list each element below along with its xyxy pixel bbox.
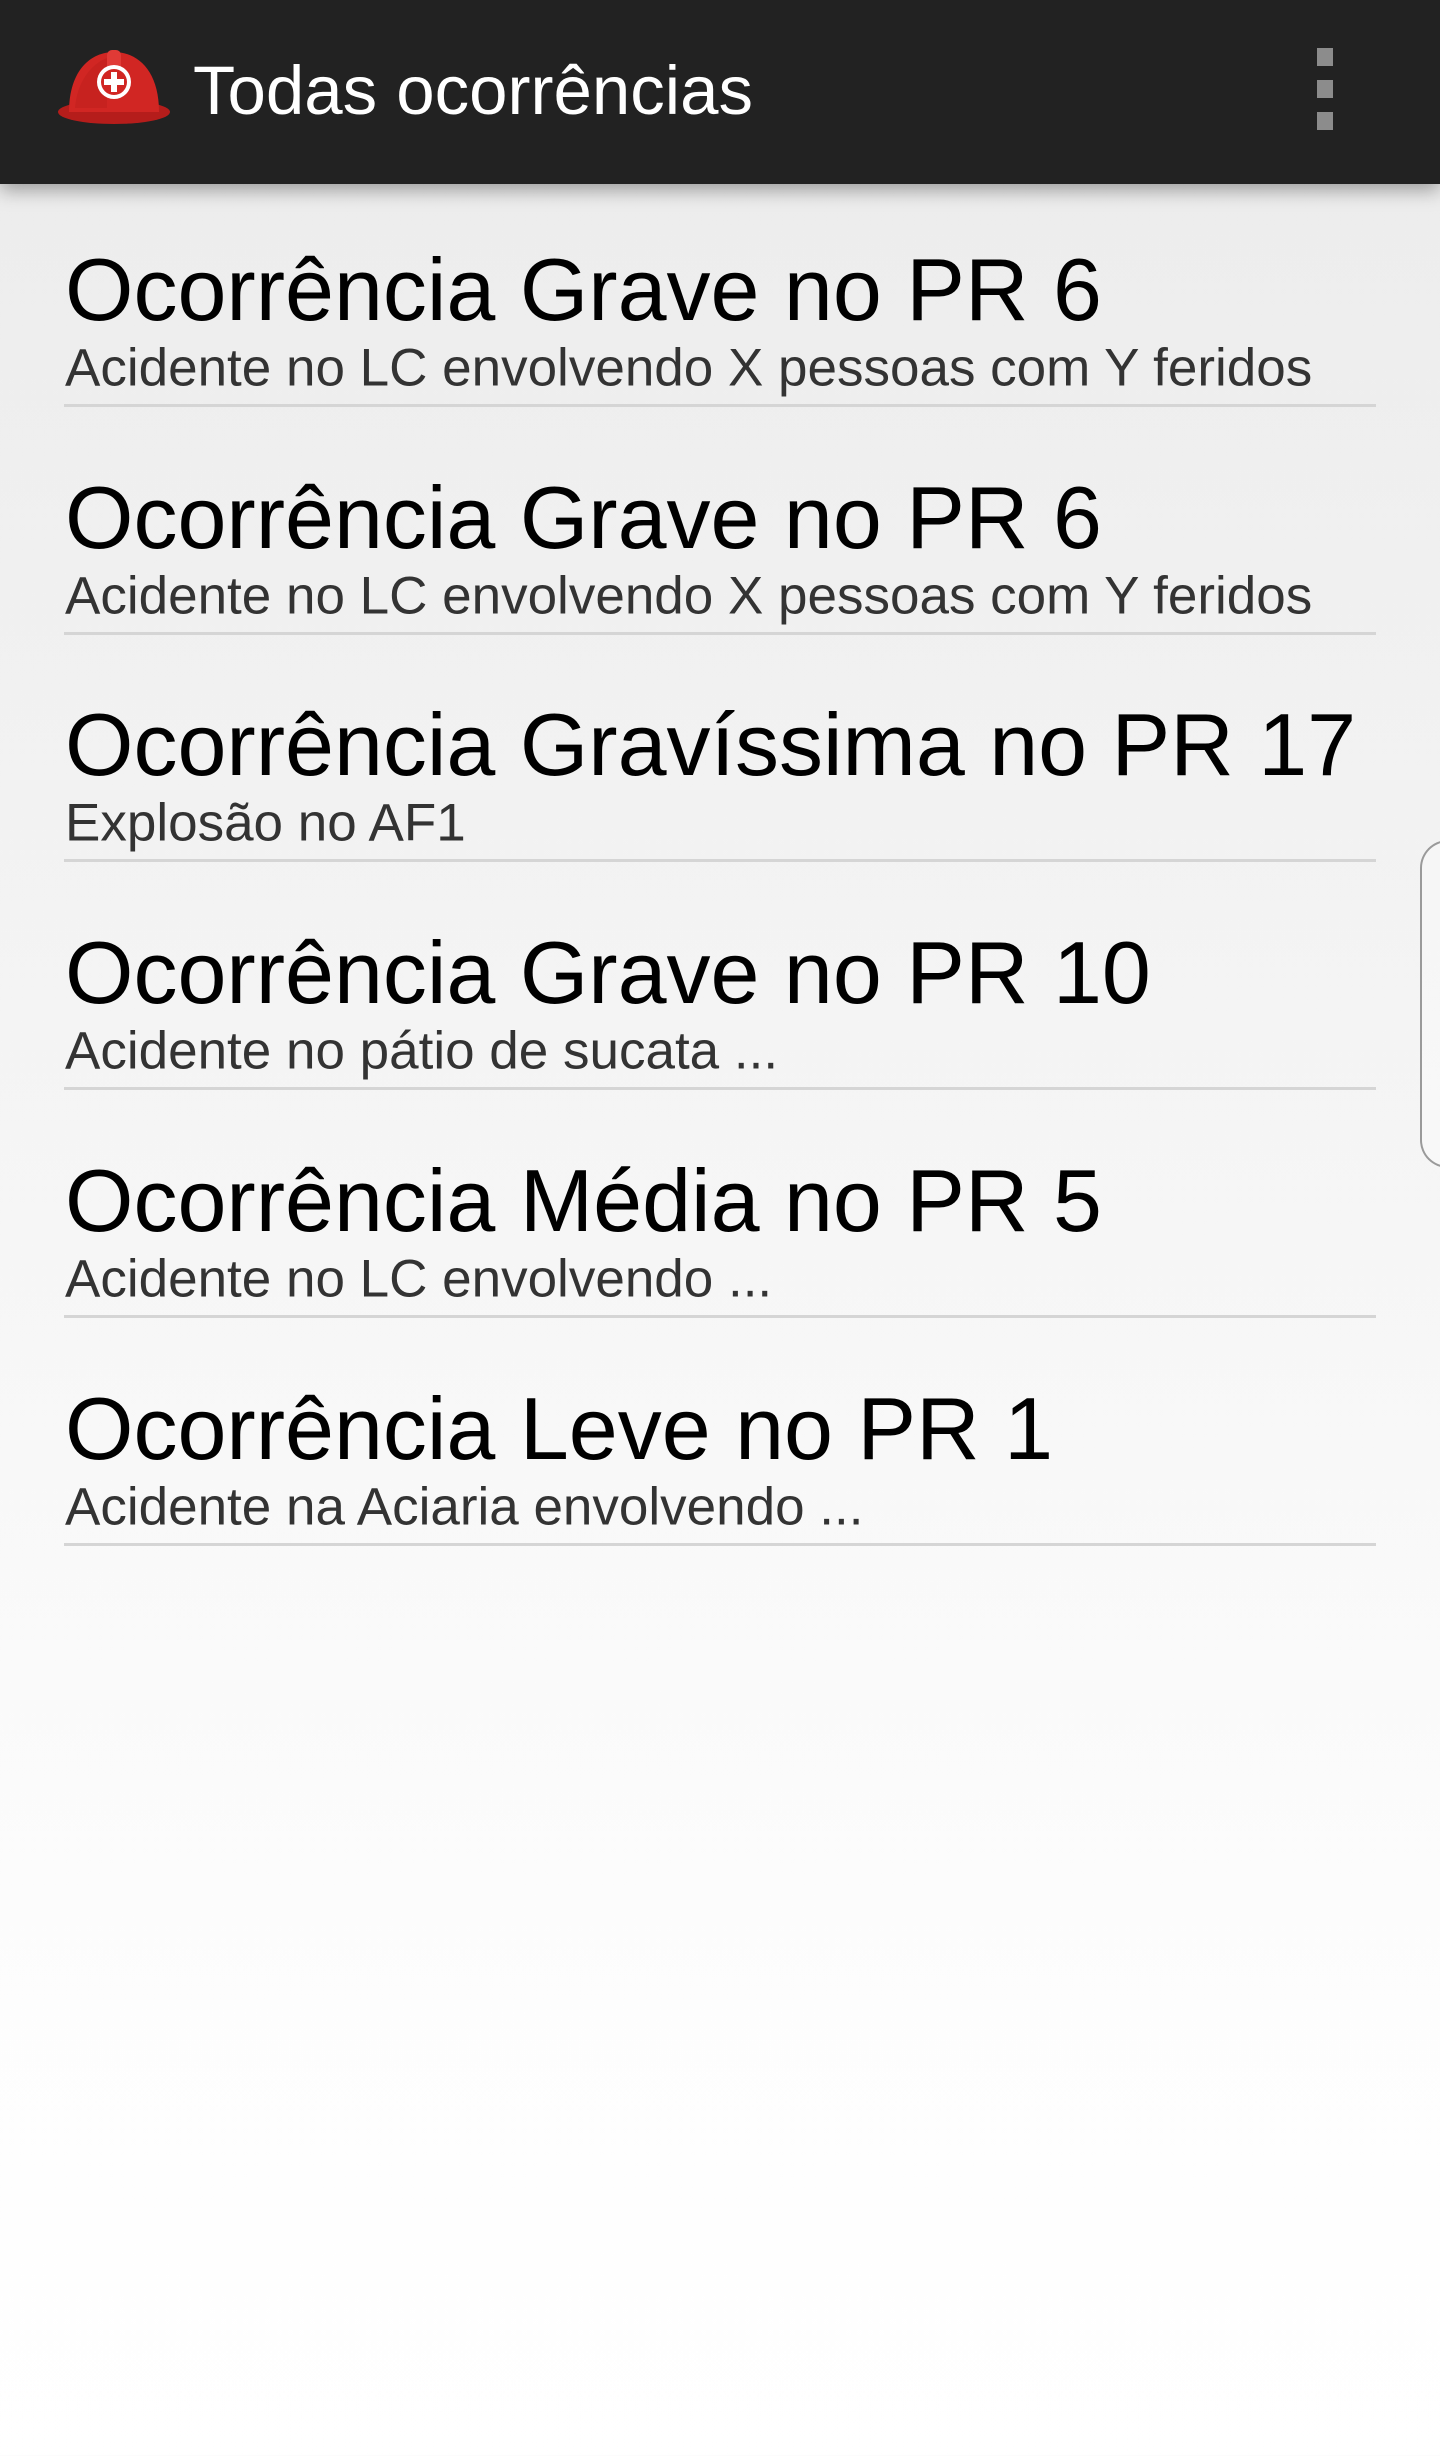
incident-title: Ocorrência Gravíssima no PR 17 — [65, 695, 1357, 794]
incident-subtitle: Acidente no pátio de sucata ... — [65, 1021, 779, 1081]
divider — [64, 1315, 1376, 1318]
safety-helmet-icon — [58, 50, 170, 124]
incident-list-item[interactable]: Ocorrência Grave no PR 6 Acidente no LC … — [64, 412, 1376, 640]
page-title: Todas ocorrências — [193, 52, 753, 129]
incident-subtitle: Acidente no LC envolvendo ... — [65, 1249, 773, 1309]
divider — [64, 1543, 1376, 1546]
divider — [64, 859, 1376, 862]
incident-title: Ocorrência Grave no PR 10 — [65, 923, 1151, 1022]
incident-title: Ocorrência Média no PR 5 — [65, 1151, 1102, 1250]
incident-subtitle: Explosão no AF1 — [65, 793, 466, 853]
edge-panel-handle[interactable] — [1420, 840, 1440, 1168]
incident-title: Ocorrência Leve no PR 1 — [65, 1379, 1054, 1478]
overflow-menu-button[interactable] — [1297, 44, 1353, 134]
incident-title: Ocorrência Grave no PR 6 — [65, 468, 1102, 567]
incident-list-item[interactable]: Ocorrência Grave no PR 6 Acidente no LC … — [64, 184, 1376, 412]
app-bar: Todas ocorrências — [0, 0, 1440, 184]
divider — [64, 632, 1376, 635]
incident-subtitle: Acidente na Aciaria envolvendo ... — [65, 1477, 864, 1537]
incident-list-item[interactable]: Ocorrência Leve no PR 1 Acidente na Acia… — [64, 1323, 1376, 1551]
incident-list-item[interactable]: Ocorrência Gravíssima no PR 17 Explosão … — [64, 639, 1376, 867]
incident-list-item[interactable]: Ocorrência Média no PR 5 Acidente no LC … — [64, 1095, 1376, 1323]
divider — [64, 404, 1376, 407]
incident-subtitle: Acidente no LC envolvendo X pessoas com … — [65, 338, 1313, 398]
divider — [64, 1087, 1376, 1090]
incident-list-item[interactable]: Ocorrência Grave no PR 10 Acidente no pá… — [64, 867, 1376, 1095]
incident-title: Ocorrência Grave no PR 6 — [65, 240, 1102, 339]
incident-subtitle: Acidente no LC envolvendo X pessoas com … — [65, 566, 1313, 626]
